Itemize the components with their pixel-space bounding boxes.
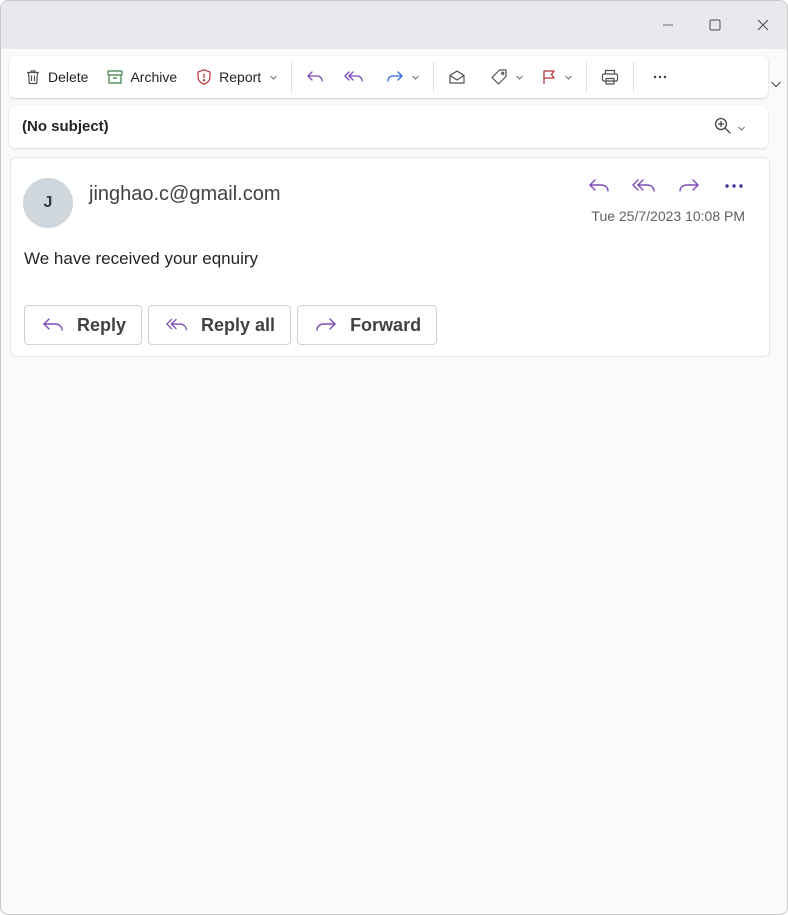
reply-button[interactable]: Reply [24,305,143,345]
chevron-down-icon [411,73,420,82]
minimize-button[interactable] [645,9,691,41]
delete-label: Delete [48,69,89,85]
message-actions [583,176,749,200]
message-body: We have received your eqnuiry [24,249,259,268]
maximize-button[interactable] [692,9,738,41]
message-timestamp: Tue 25/7/2023 10:08 PM [591,208,745,224]
chevron-down-icon [269,73,278,82]
reply-label: Reply [77,314,127,335]
more-icon [723,176,745,201]
toolbar-forward-button[interactable] [378,61,427,93]
chevron-down-icon [515,73,524,82]
avatar[interactable]: J [23,178,73,228]
flag-icon [540,68,558,86]
title-bar [1,1,787,49]
archive-icon [106,68,124,86]
flag-button[interactable] [533,61,580,93]
reply-icon [305,68,325,86]
toolbar-reply-button[interactable] [298,61,332,93]
toolbar-divider [291,62,293,92]
delete-button[interactable]: Delete [17,61,95,93]
forward-icon [314,315,338,335]
message-reply-all-button[interactable] [628,176,659,200]
forward-icon [677,176,701,201]
avatar-initial: J [43,194,53,211]
chevron-down-icon [737,120,746,138]
forward-icon [385,68,405,86]
forward-label: Forward [350,314,422,335]
categorize-button[interactable] [482,61,531,93]
maximize-icon [709,19,721,31]
tag-icon [489,68,509,86]
more-icon [651,68,669,86]
more-actions-button[interactable] [644,61,676,93]
archive-button[interactable]: Archive [99,61,184,93]
close-button[interactable] [740,9,786,41]
quick-actions: Reply Reply all Forward [24,305,438,345]
report-button[interactable]: Report [188,61,285,93]
subject-bar: (No subject) [9,105,768,148]
print-button[interactable] [593,61,627,93]
message-toolbar: Delete Archive Report [9,56,768,98]
reply-all-icon [631,176,657,201]
envelope-open-icon [447,68,467,86]
trash-icon [24,68,42,86]
forward-button[interactable]: Forward [297,305,438,345]
chevron-down-icon [769,78,783,95]
minimize-icon [662,19,674,31]
mark-read-button[interactable] [440,61,474,93]
shield-alert-icon [195,68,213,86]
close-icon [757,19,769,31]
reply-all-icon [165,315,189,335]
toolbar-reply-all-button[interactable] [336,61,372,93]
zoom-in-icon [713,116,733,141]
chevron-down-icon [564,73,573,82]
message-more-button[interactable] [718,176,749,200]
message-reply-button[interactable] [583,176,614,200]
printer-icon [600,68,620,86]
report-label: Report [219,69,262,85]
zoom-button[interactable] [713,116,746,141]
app-window: Delete Archive Report (No subject) J jin… [0,0,788,915]
message-forward-button[interactable] [673,176,704,200]
reply-all-icon [343,68,365,86]
reply-icon [41,315,65,335]
reply-all-button[interactable]: Reply all [148,305,292,345]
subject-title: (No subject) [22,118,109,135]
toolbar-expand-button[interactable] [769,77,783,91]
message-card: J jinghao.c@gmail.com Tue 25/7/2023 10:0… [10,157,770,357]
reply-icon [587,176,611,201]
toolbar-divider [633,62,635,92]
toolbar-divider [586,62,588,92]
archive-label: Archive [130,69,178,85]
reply-all-label: Reply all [201,314,276,335]
sender-address[interactable]: jinghao.c@gmail.com [89,183,281,206]
toolbar-divider [433,62,435,92]
